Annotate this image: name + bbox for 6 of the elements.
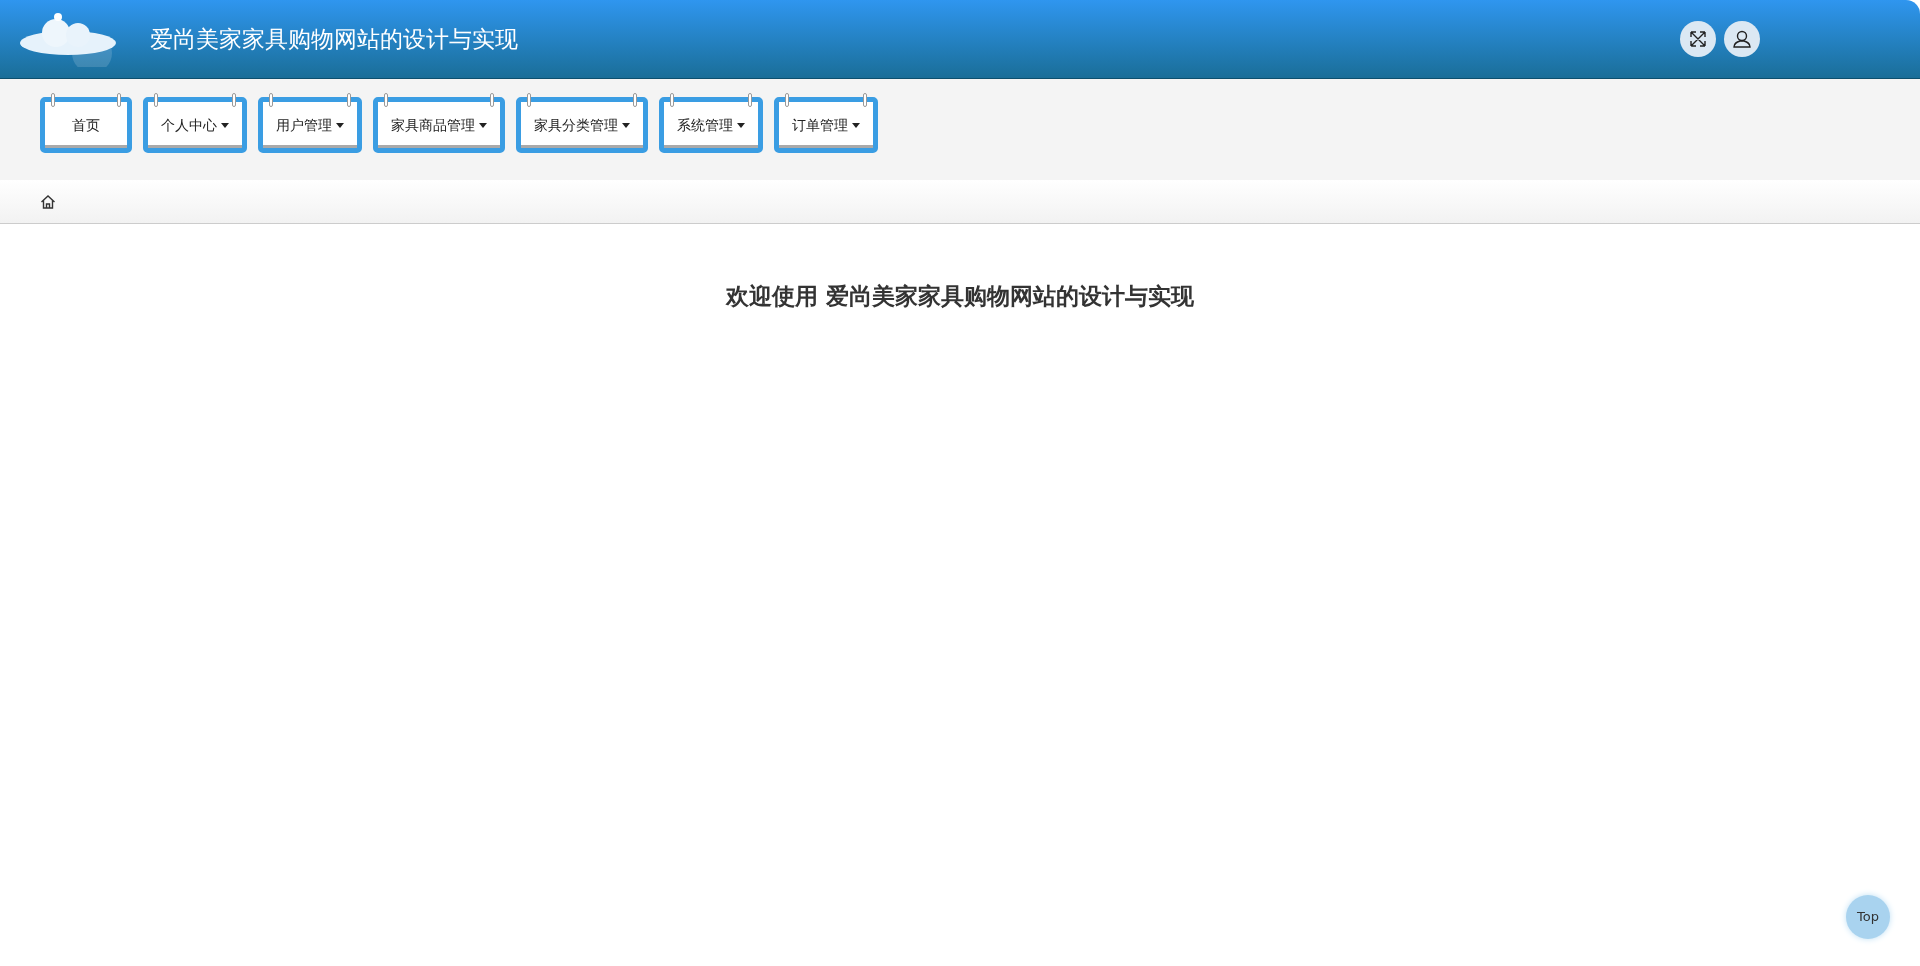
site-title: 爱尚美家家具购物网站的设计与实现	[150, 24, 518, 54]
back-to-top-button[interactable]: Top	[1846, 895, 1890, 939]
fullscreen-icon[interactable]	[1680, 21, 1716, 57]
welcome-heading: 欢迎使用 爱尚美家家具购物网站的设计与实现	[724, 282, 1195, 311]
user-icon[interactable]	[1724, 21, 1760, 57]
home-icon[interactable]	[40, 193, 56, 210]
